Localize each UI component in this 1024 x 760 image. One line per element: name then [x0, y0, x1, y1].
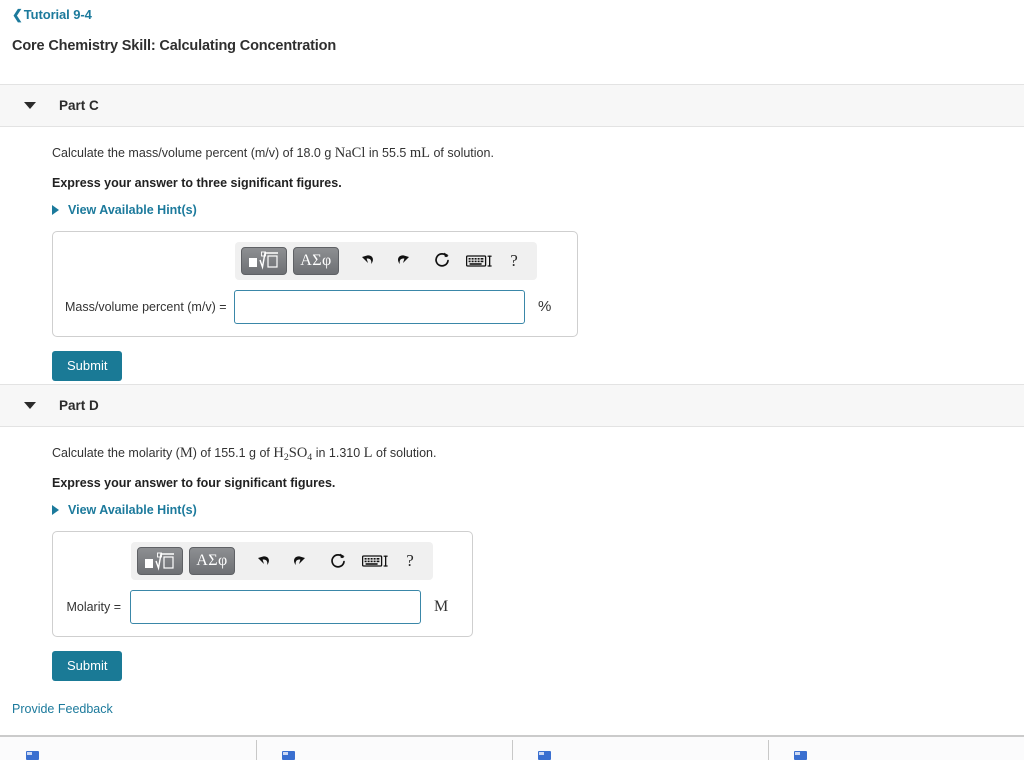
part-header-d[interactable]: Part D [0, 384, 1024, 427]
question-text-c: Calculate the mass/volume percent (m/v) … [52, 127, 1024, 164]
formula-h: H [273, 445, 284, 461]
part-label-c: Part C [59, 98, 99, 113]
view-hints-label-d: View Available Hint(s) [68, 503, 197, 518]
answer-box-d: ΑΣφ ? Molarity = M [52, 531, 473, 638]
answer-input-label-c: Mass/volume percent (m/v) = [65, 299, 227, 314]
answer-box-c: ΑΣφ ? Mass/volume percent (m/v) = % [52, 230, 578, 337]
instruction-c: Express your answer to three significant… [52, 175, 342, 190]
unit-ml: mL [409, 145, 430, 161]
instruction-d: Express your answer to four significant … [52, 476, 336, 491]
question-text-c-post: of solution. [430, 146, 494, 160]
footer-taskbar [0, 735, 1024, 760]
question-text-c-pre: Calculate the mass/volume percent (m/v) … [52, 146, 335, 160]
template-math-icon[interactable] [241, 246, 287, 275]
formula-h2so4: H2SO4 [273, 445, 312, 463]
view-hints-label-c: View Available Hint(s) [68, 202, 197, 217]
undo-arrow-icon[interactable] [245, 547, 279, 575]
question-text-d-post: of solution. [372, 446, 437, 460]
submit-button-c[interactable]: Submit [52, 350, 123, 381]
view-hints-link-c[interactable]: View Available Hint(s) [52, 203, 1024, 217]
help-question-icon[interactable]: ? [501, 247, 527, 275]
unit-percent-c: % [538, 298, 552, 316]
triangle-right-icon [52, 204, 59, 215]
unit-molarity-d: M [434, 598, 449, 616]
unit-liter: L [363, 445, 373, 461]
toolbar-row-c: ΑΣφ ? [65, 241, 565, 280]
footer-item-2[interactable] [256, 737, 512, 760]
triangle-right-icon [52, 505, 59, 516]
symbol-molarity: M [179, 445, 193, 461]
page-title: Core Chemistry Skill: Calculating Concen… [12, 38, 337, 54]
part-label-d: Part D [59, 398, 99, 413]
footer-item-3[interactable] [512, 737, 768, 760]
toolbar-row-d: ΑΣφ ? [65, 542, 460, 581]
help-question-icon[interactable]: ? [397, 547, 423, 575]
reset-circular-arrow-icon[interactable] [425, 247, 459, 275]
breadcrumb-label: Tutorial 9-4 [23, 7, 92, 22]
part-section-c: Part C Calculate the mass/volume percent… [0, 84, 1024, 381]
part-body-d: Calculate the molarity (M) of 155.1 g of… [0, 427, 1024, 682]
app-icon [26, 751, 39, 760]
input-row-c: Mass/volume percent (m/v) = % [65, 289, 565, 324]
breadcrumb-back-link[interactable]: ❮ Tutorial 9-4 [12, 7, 92, 22]
input-row-d: Molarity = M [65, 590, 460, 625]
redo-arrow-icon[interactable] [387, 247, 421, 275]
question-text-d-mid: in 1.310 [312, 446, 364, 460]
keyboard-icon[interactable] [463, 247, 497, 275]
keyboard-icon[interactable] [359, 547, 393, 575]
view-hints-link-d[interactable]: View Available Hint(s) [52, 503, 1024, 517]
question-text-c-mid: in 55.5 [365, 146, 410, 160]
tutorial-page: ❮ Tutorial 9-4 Core Chemistry Skill: Cal… [0, 0, 1024, 760]
question-text-d-pre: Calculate the molarity ( [52, 446, 180, 460]
greek-symbols-icon[interactable]: ΑΣφ [189, 547, 235, 576]
greek-symbols-icon[interactable]: ΑΣφ [293, 246, 339, 275]
submit-button-d[interactable]: Submit [52, 651, 123, 682]
chevron-left-icon: ❮ [12, 7, 23, 22]
formula-so: SO [288, 445, 308, 461]
footer-item-4[interactable] [768, 737, 1024, 760]
question-text-d-pre2: ) of 155.1 g of [192, 446, 274, 460]
app-icon [794, 751, 807, 760]
footer-item-1[interactable] [0, 737, 256, 760]
provide-feedback-link[interactable]: Provide Feedback [12, 702, 113, 716]
app-icon [538, 751, 551, 760]
triangle-down-icon[interactable] [24, 402, 36, 409]
app-icon [282, 751, 295, 760]
answer-input-d[interactable] [130, 590, 421, 625]
answer-input-c[interactable] [234, 289, 525, 324]
undo-arrow-icon[interactable] [349, 247, 383, 275]
part-body-c: Calculate the mass/volume percent (m/v) … [0, 127, 1024, 381]
reset-circular-arrow-icon[interactable] [321, 547, 355, 575]
math-toolbar-d: ΑΣφ ? [131, 542, 433, 581]
redo-arrow-icon[interactable] [283, 547, 317, 575]
formula-nacl: NaCl [334, 145, 366, 161]
answer-input-label-d: Molarity = [66, 600, 121, 615]
template-math-icon[interactable] [137, 547, 183, 576]
math-toolbar-c: ΑΣφ ? [235, 241, 537, 280]
triangle-down-icon[interactable] [24, 102, 36, 109]
question-text-d: Calculate the molarity (M) of 155.1 g of… [52, 427, 1024, 464]
part-section-d: Part D Calculate the molarity (M) of 155… [0, 384, 1024, 682]
part-header-c[interactable]: Part C [0, 84, 1024, 127]
